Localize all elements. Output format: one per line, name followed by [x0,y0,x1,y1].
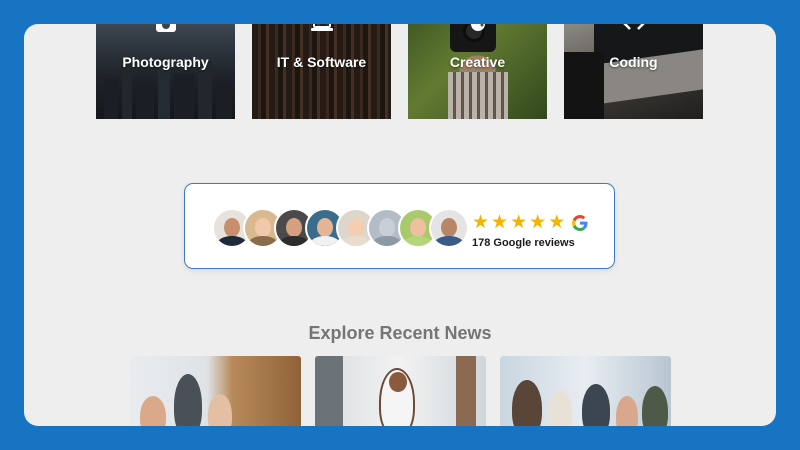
news-image [315,356,486,426]
google-logo-icon [572,214,588,231]
rating-block: ★ ★ ★ ★ ★ 178 Google reviews [472,213,588,249]
category-row: Photography IT & Software Creative Codin… [96,24,703,119]
google-reviews-card[interactable]: ★ ★ ★ ★ ★ 178 Google reviews [184,183,615,269]
category-label: Creative [449,54,506,70]
star-rating: ★ ★ ★ ★ ★ [472,213,588,232]
star-icon: ★ [510,212,528,233]
camera-icon [146,24,186,32]
category-tile-it-software[interactable]: IT & Software [252,24,391,119]
category-tile-coding[interactable]: Coding [564,24,703,119]
category-label: Coding [609,54,658,70]
avatar [429,208,469,248]
news-image [130,356,301,426]
palette-icon [458,24,498,32]
news-row [130,356,671,426]
review-count: 178 Google reviews [472,237,575,249]
star-icon: ★ [548,212,566,233]
laptop-icon [302,24,342,32]
category-tile-creative[interactable]: Creative [408,24,547,119]
category-label: Photography [122,54,209,70]
news-card[interactable] [500,356,671,426]
news-image [500,356,671,426]
star-icon: ★ [472,212,490,233]
star-icon: ★ [529,212,547,233]
reviewer-avatars [212,208,469,248]
category-tile-photography[interactable]: Photography [96,24,235,119]
news-card[interactable] [315,356,486,426]
code-icon [614,24,654,32]
news-card[interactable] [130,356,301,426]
page-panel: Photography IT & Software Creative Codin… [24,24,776,426]
news-section-heading: Explore Recent News [308,323,492,343]
star-icon: ★ [491,212,509,233]
category-label: IT & Software [276,54,367,70]
